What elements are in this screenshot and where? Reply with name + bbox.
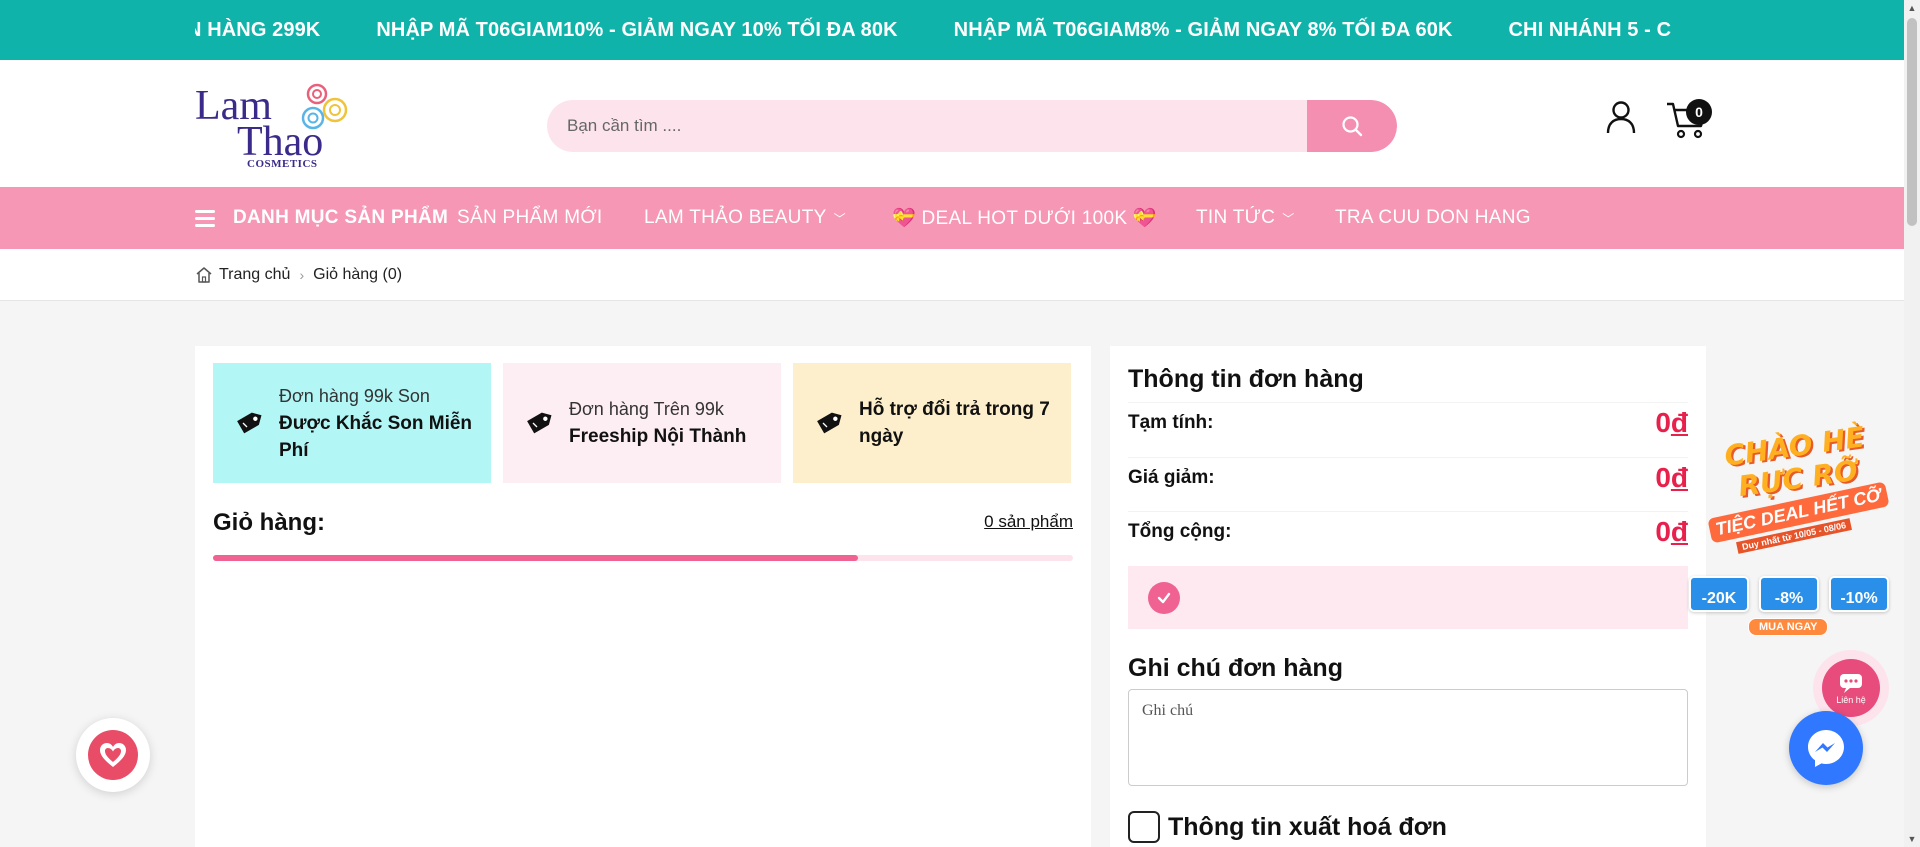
promo-title: Freeship Nội Thành [569,426,747,447]
breadcrumb-bar: Trang chủ › Giỏ hàng (0) [0,249,1904,301]
user-account-icon[interactable] [1605,100,1637,134]
discount-row: Giá giảm: 0đ [1128,457,1688,497]
page-scrollbar[interactable]: ▲ ▼ [1904,0,1920,847]
price-tag-icon [527,412,552,434]
subtotal-row: Tạm tính: 0đ [1128,402,1688,442]
search-bar [547,100,1397,152]
invoice-label: Thông tin xuất hoá đơn [1168,812,1447,841]
logo-text-cosmetics: COSMETICS [247,158,318,170]
freeship-status-box [1128,566,1688,629]
search-button[interactable] [1307,100,1397,152]
promo-card-engraving: Đơn hàng 99k Son Được Khắc Son Miễn Phí [213,363,491,483]
logo-swirl-icon [301,83,348,130]
discount-value: 0đ [1655,461,1688,493]
chat-bubble-icon [1840,673,1862,693]
nav-item-deal-hot[interactable]: 💝 DEAL HOT DƯỚI 100K 💝 [892,187,1157,249]
contact-icon-wrapper: Liên hệ [1822,659,1880,717]
announcement-item[interactable]: N HÀNG 299K [195,19,320,42]
nav-item-label: TIN TỨC [1196,207,1276,228]
total-row: Tổng cộng: 0đ [1128,511,1688,551]
messenger-icon [1808,730,1844,767]
nav-item-label: LAM THẢO BEAUTY [644,207,827,228]
scroll-up-icon[interactable]: ▲ [1904,0,1920,16]
nav-category-menu[interactable]: DANH MỤC SẢN PHẨM [195,187,448,249]
summer-promo-banner[interactable]: CHÀO HÈ RỰC RỠ TIỆC DEAL HẾT CỠ Duy nhất… [1686,418,1896,636]
scroll-down-icon[interactable]: ▼ [1904,831,1920,847]
buy-now-label: MUA NGAY [1748,618,1829,636]
chevron-down-icon: ﹀ [1282,211,1295,226]
cart-title: Giỏ hàng: [213,509,325,536]
total-value: 0đ [1655,515,1688,547]
heart-icon-wrapper [88,730,138,780]
announcement-bar: N HÀNG 299K NHẬP MÃ T06GIAM10% - GIẢM NG… [0,0,1904,60]
scroll-thumb[interactable] [1907,18,1917,226]
promo-title: Hỗ trợ đổi trả trong 7 ngày [859,399,1050,447]
nav-item-news[interactable]: TIN TỨC ﹀ [1196,187,1295,249]
breadcrumb: Trang chủ › Giỏ hàng (0) [195,249,402,301]
hamburger-icon [195,209,215,227]
nav-item-order-lookup[interactable]: TRA CUU DON HANG [1335,187,1531,249]
progress-fill [213,555,858,561]
nav-item-new-products[interactable]: SẢN PHẨM MỚI [457,187,603,249]
subtotal-label: Tạm tính: [1128,411,1214,433]
order-note-textarea[interactable]: Ghi chú [1128,689,1688,786]
invoice-option[interactable]: Thông tin xuất hoá đơn [1128,811,1447,843]
nav-category-label: DANH MỤC SẢN PHẨM [233,207,449,228]
cart-item-count: 0 sản phẩm [984,512,1073,531]
chevron-down-icon: ﹀ [833,211,846,226]
site-logo[interactable]: Lam Thao COSMETICS [195,80,355,172]
freeship-progress-bar [213,555,1073,561]
order-summary-title: Thông tin đơn hàng [1128,365,1364,393]
check-circle-icon [1148,582,1180,614]
main-nav: DANH MỤC SẢN PHẨM SẢN PHẨM MỚI LAM THẢO … [0,187,1904,249]
nav-item-label: 💝 DEAL HOT DƯỚI 100K 💝 [892,208,1157,229]
search-input[interactable] [547,100,1307,152]
order-note-title: Ghi chú đơn hàng [1128,654,1343,682]
coupon-20k: -20K [1689,576,1749,612]
home-icon [196,267,212,283]
breadcrumb-current: Giỏ hàng (0) [313,266,403,283]
announcement-item[interactable]: CHI NHÁNH 5 - C [1509,19,1672,42]
promo-title: Được Khắc Son Miễn Phí [279,412,473,461]
promo-card-freeship: Đơn hàng Trên 99k Freeship Nội Thành [503,363,781,483]
breadcrumb-separator-icon: › [299,267,305,283]
price-tag-icon [237,412,262,434]
nav-item-lam-thao-beauty[interactable]: LAM THẢO BEAUTY ﹀ [644,187,846,249]
contact-label: Liên hệ [1836,694,1866,705]
heart-icon [100,743,126,767]
invoice-checkbox[interactable] [1128,811,1160,843]
cart-count-badge: 0 [1686,99,1712,125]
discount-label: Giá giảm: [1128,466,1215,488]
order-summary-panel: Thông tin đơn hàng Tạm tính: 0đ Giá giảm… [1110,346,1706,847]
promo-card-returns: Hỗ trợ đổi trả trong 7 ngày [793,363,1071,483]
announcement-item[interactable]: NHẬP MÃ T06GIAM8% - GIẢM NGAY 8% TỐI ĐA … [954,19,1453,42]
coupon-10pct: -10% [1829,576,1889,612]
nav-item-label: SẢN PHẨM MỚI [457,207,603,228]
coupon-8pct: -8% [1759,576,1819,612]
messenger-button[interactable] [1789,711,1863,785]
promo-subtitle: Đơn hàng Trên 99k [569,399,724,419]
total-label: Tổng cộng: [1128,520,1232,542]
breadcrumb-home-link[interactable]: Trang chủ [219,266,290,284]
price-tag-icon [817,412,842,434]
promo-subtitle: Đơn hàng 99k Son [279,385,430,406]
wishlist-button[interactable] [76,718,150,792]
subtotal-value: 0đ [1655,406,1688,438]
announcement-item[interactable]: NHẬP MÃ T06GIAM10% - GIẢM NGAY 10% TỐI Đ… [376,19,897,42]
announcement-marquee: N HÀNG 299K NHẬP MÃ T06GIAM10% - GIẢM NG… [195,0,1706,60]
cart-panel: Đơn hàng 99k Son Được Khắc Son Miễn Phí … [195,346,1091,847]
search-icon [1342,116,1363,137]
nav-item-label: TRA CUU DON HANG [1335,207,1531,228]
